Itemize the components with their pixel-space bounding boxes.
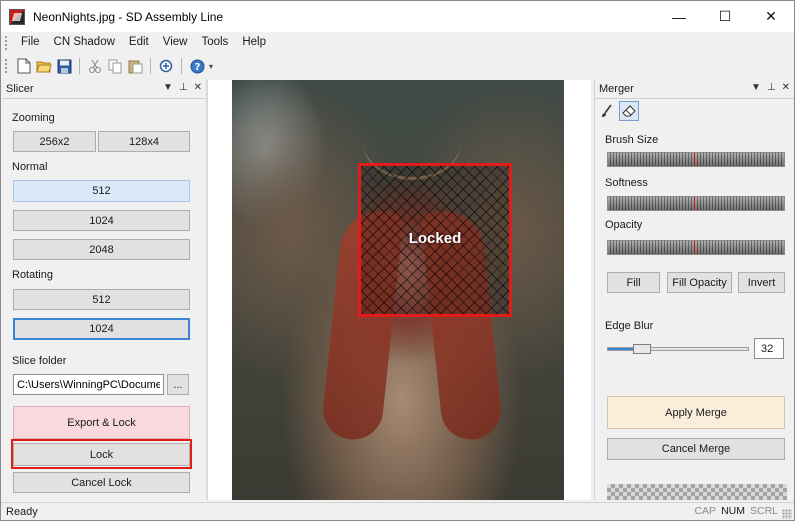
- open-folder-icon[interactable]: [35, 57, 53, 75]
- merger-panel: Merger ▼ ⊥ ✕ Brush Size Softness Opacity: [594, 80, 794, 500]
- rotating-label: Rotating: [12, 269, 53, 281]
- caps-lock-indicator: CAP: [694, 505, 717, 517]
- image-canvas[interactable]: Locked: [208, 80, 591, 500]
- opacity-marker[interactable]: [694, 241, 695, 254]
- invert-button[interactable]: Invert: [738, 272, 785, 293]
- toolbar-separator: [181, 58, 182, 74]
- normal-512-button[interactable]: 512: [13, 180, 190, 202]
- slice-folder-input[interactable]: [13, 374, 164, 395]
- fill-opacity-button[interactable]: Fill Opacity: [667, 272, 732, 293]
- pin-icon[interactable]: ⊥: [179, 82, 188, 93]
- window-controls: — ☐ ✕: [656, 1, 794, 32]
- brush-size-marker[interactable]: [694, 153, 695, 166]
- copy-icon[interactable]: [106, 57, 124, 75]
- zoom-256x2-button[interactable]: 256x2: [13, 131, 96, 152]
- slicer-panel-header: Slicer ▼ ⊥ ✕: [2, 80, 206, 99]
- locked-label: Locked: [408, 229, 462, 247]
- normal-1024-button[interactable]: 1024: [13, 210, 190, 231]
- export-lock-button[interactable]: Export & Lock: [13, 406, 190, 439]
- menu-bar: File CN Shadow Edit View Tools Help: [1, 32, 794, 53]
- merger-tool-tabs: [597, 101, 639, 121]
- close-button[interactable]: ✕: [748, 1, 794, 32]
- toolbar-separator: [79, 58, 80, 74]
- toolbar: ? ▾: [1, 54, 226, 78]
- brush-size-slider[interactable]: [607, 152, 785, 167]
- locked-region-overlay[interactable]: Locked: [358, 163, 512, 317]
- transparency-preview: [607, 484, 787, 500]
- artwork-image: Locked: [232, 80, 564, 500]
- window-title: NeonNights.jpg - SD Assembly Line: [33, 9, 224, 24]
- chevron-down-icon[interactable]: ▼: [751, 82, 761, 93]
- rotating-1024-button[interactable]: 1024: [13, 318, 190, 340]
- edge-blur-thumb[interactable]: [633, 344, 651, 354]
- help-icon[interactable]: ?: [188, 57, 206, 75]
- close-icon[interactable]: ✕: [194, 82, 202, 93]
- menu-help[interactable]: Help: [235, 32, 273, 53]
- pin-icon[interactable]: ⊥: [767, 82, 776, 93]
- browse-folder-button[interactable]: ...: [167, 374, 189, 395]
- rotating-512-button[interactable]: 512: [13, 289, 190, 310]
- close-icon[interactable]: ✕: [782, 82, 790, 93]
- merger-panel-header: Merger ▼ ⊥ ✕: [595, 80, 794, 99]
- cancel-merge-button[interactable]: Cancel Merge: [607, 438, 785, 460]
- edge-blur-label: Edge Blur: [605, 320, 654, 332]
- app-window: NeonNights.jpg - SD Assembly Line — ☐ ✕ …: [0, 0, 795, 521]
- add-circle-icon[interactable]: [157, 57, 175, 75]
- opacity-slider[interactable]: [607, 240, 785, 255]
- app-logo-icon: [9, 8, 25, 25]
- brush-icon[interactable]: [597, 101, 617, 121]
- toolbar-grip[interactable]: [5, 59, 8, 73]
- toolbar-separator: [150, 58, 151, 74]
- apply-merge-button[interactable]: Apply Merge: [607, 396, 785, 429]
- chevron-down-icon[interactable]: ▼: [163, 82, 173, 93]
- normal-2048-button[interactable]: 2048: [13, 239, 190, 260]
- slicer-panel-title: Slicer: [6, 83, 34, 95]
- status-text: Ready: [6, 506, 38, 518]
- merger-panel-title: Merger: [599, 83, 634, 95]
- edge-blur-value[interactable]: 32: [754, 338, 784, 359]
- softness-marker[interactable]: [694, 197, 695, 210]
- menu-view[interactable]: View: [156, 32, 195, 53]
- scroll-lock-indicator: SCRL: [749, 505, 778, 517]
- fill-button[interactable]: Fill: [607, 272, 660, 293]
- svg-text:?: ?: [194, 62, 200, 73]
- menu-cn-shadow[interactable]: CN Shadow: [47, 32, 122, 53]
- minimize-button[interactable]: —: [656, 1, 702, 32]
- brush-size-label: Brush Size: [605, 134, 659, 146]
- save-icon[interactable]: [55, 57, 73, 75]
- menu-file[interactable]: File: [14, 32, 47, 53]
- slice-folder-label: Slice folder: [12, 355, 67, 367]
- menu-edit[interactable]: Edit: [122, 32, 156, 53]
- cut-icon[interactable]: [86, 57, 104, 75]
- menu-grip[interactable]: [5, 35, 8, 50]
- normal-label: Normal: [12, 161, 48, 173]
- zooming-label: Zooming: [12, 112, 55, 124]
- zoom-128x4-button[interactable]: 128x4: [98, 131, 190, 152]
- status-bar: Ready CAP NUM SCRL: [1, 502, 794, 520]
- title-bar: NeonNights.jpg - SD Assembly Line — ☐ ✕: [1, 1, 794, 32]
- eraser-icon[interactable]: [619, 101, 639, 121]
- paste-icon[interactable]: [126, 57, 144, 75]
- softness-slider[interactable]: [607, 196, 785, 211]
- num-lock-indicator: NUM: [721, 505, 745, 517]
- resize-grip[interactable]: [782, 509, 792, 519]
- keyboard-indicators: CAP NUM SCRL: [694, 505, 778, 517]
- opacity-label: Opacity: [605, 219, 643, 231]
- maximize-button[interactable]: ☐: [702, 1, 748, 32]
- menu-tools[interactable]: Tools: [194, 32, 235, 53]
- cancel-lock-button[interactable]: Cancel Lock: [13, 472, 190, 493]
- chevron-down-icon[interactable]: ▾: [209, 62, 213, 71]
- slicer-panel: Slicer ▼ ⊥ ✕ Zooming 256x2 128x4 Normal …: [2, 80, 206, 500]
- softness-label: Softness: [605, 177, 648, 189]
- edge-blur-slider[interactable]: [607, 347, 749, 351]
- lock-button[interactable]: Lock: [13, 443, 190, 466]
- new-file-icon[interactable]: [15, 57, 33, 75]
